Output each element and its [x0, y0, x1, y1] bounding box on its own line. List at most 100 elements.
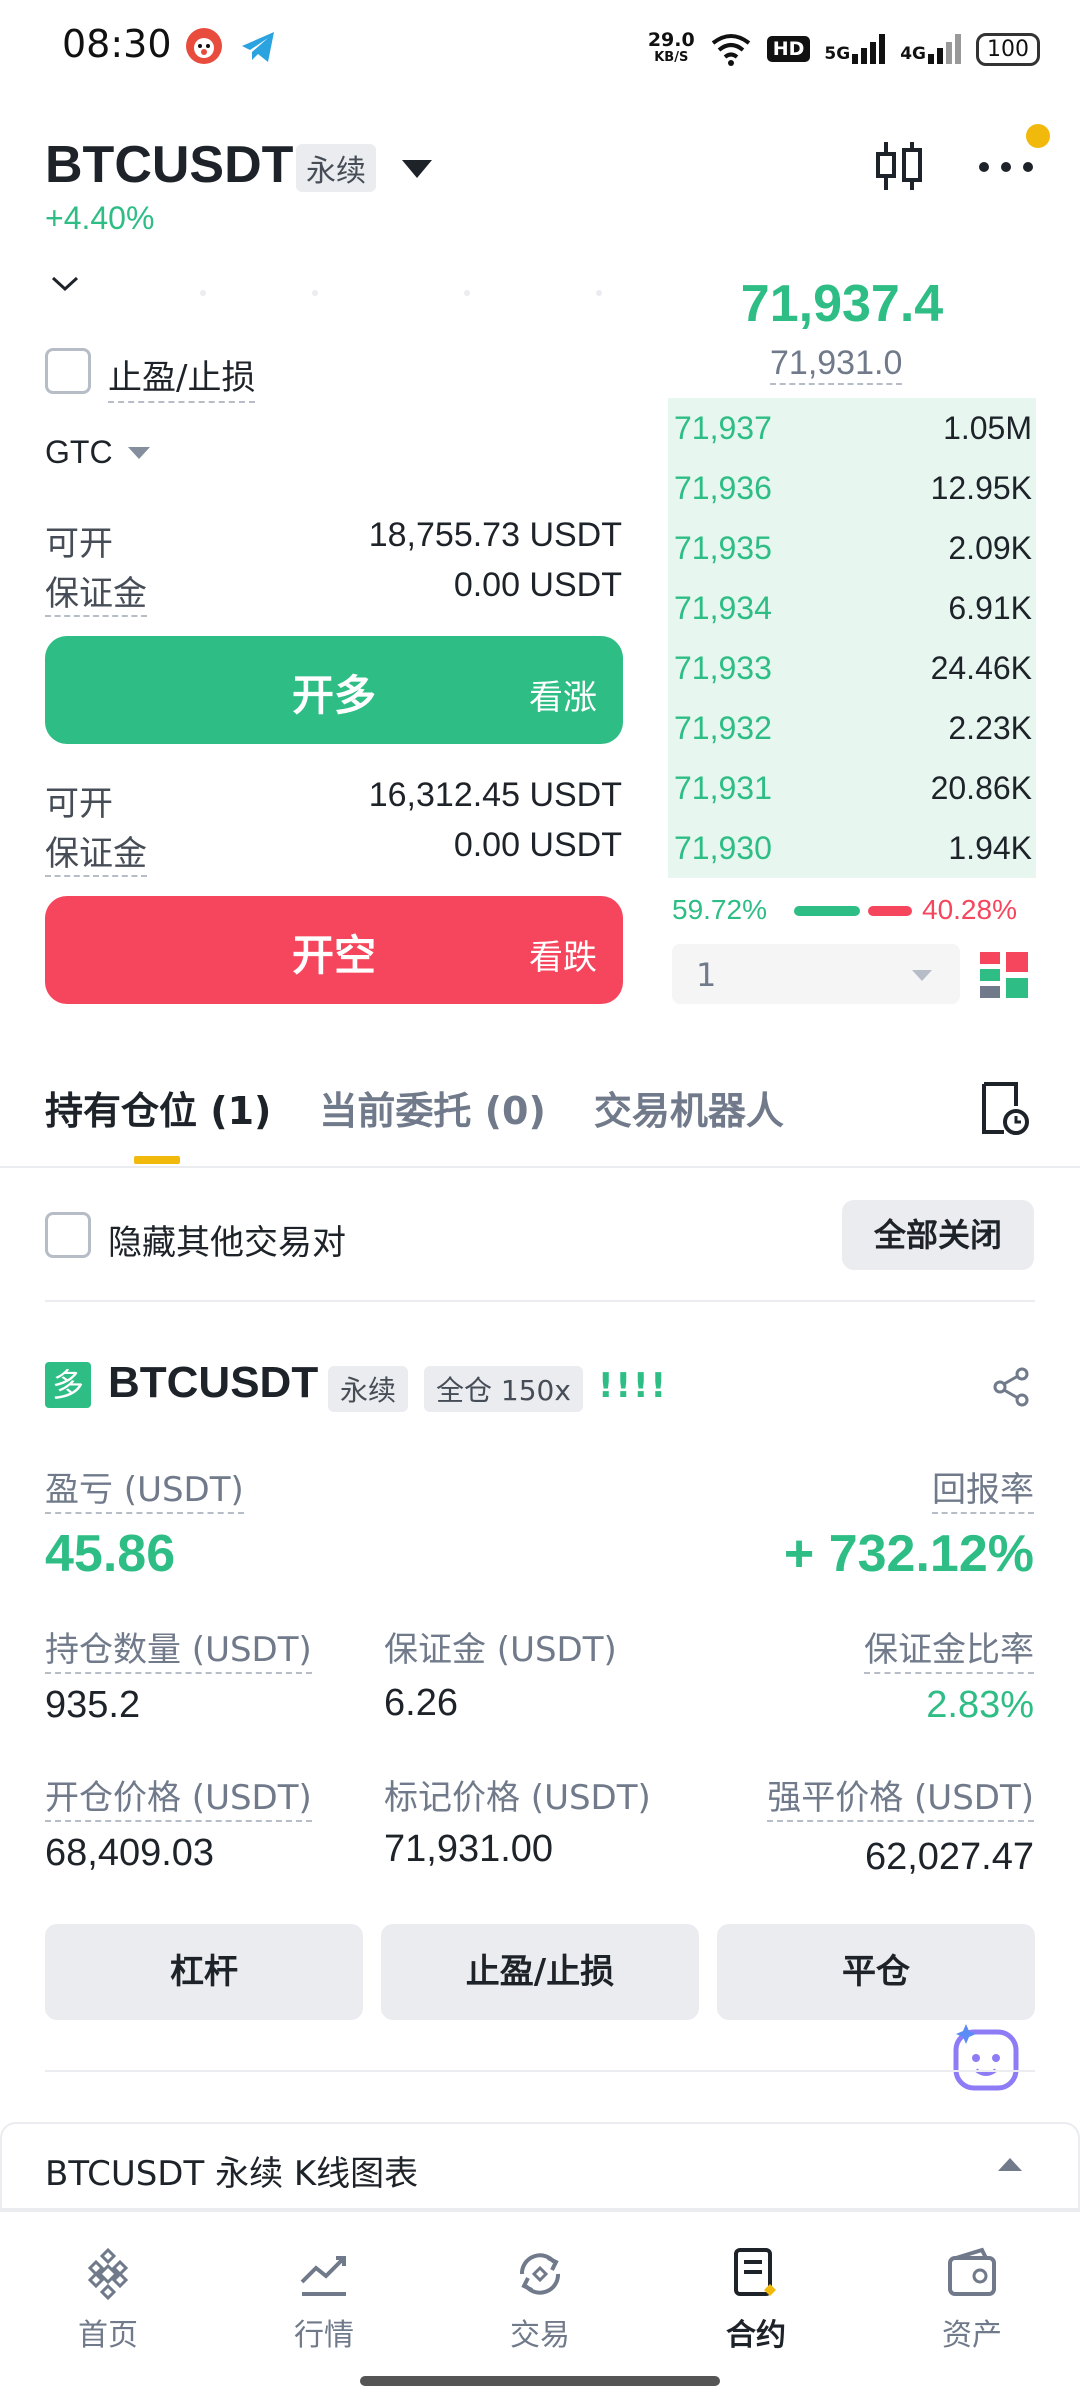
- order-book-bids: 71,937 1.05M 71,936 12.95K 71,935 2.09K 71,934…: [668, 398, 1036, 878]
- close-all-button[interactable]: 全部关闭: [842, 1200, 1034, 1270]
- long-margin-label: 保证金: [45, 566, 147, 617]
- short-margin-label: 保证金: [45, 826, 147, 877]
- tab-positions[interactable]: 持有仓位 (1): [45, 1080, 271, 1135]
- size-label[interactable]: 持仓数量 (USDT): [45, 1622, 312, 1674]
- sell-ratio: 40.28%: [922, 894, 1017, 925]
- chart-trend-icon: [300, 2256, 346, 2296]
- bid-price: 71,933: [674, 650, 772, 686]
- leverage-button[interactable]: 杠杆: [45, 1924, 363, 2020]
- symbol-title[interactable]: BTCUSDT: [45, 135, 293, 195]
- last-price[interactable]: 71,937.4: [672, 274, 1012, 334]
- liq-price-label[interactable]: 强平价格 (USDT): [767, 1770, 1034, 1822]
- bid-price: 71,932: [674, 710, 772, 746]
- bid-price: 71,935: [674, 530, 772, 566]
- order-book-row[interactable]: 71,933 24.46K: [668, 638, 1036, 698]
- sell-ratio-bar: [868, 906, 912, 916]
- size-value: 935.2: [45, 1684, 141, 1726]
- short-available-label: 可开: [45, 784, 113, 824]
- buy-ratio-bar: [794, 906, 860, 916]
- close-position-button[interactable]: 平仓: [717, 1924, 1035, 2020]
- risk-indicator: !!!!: [598, 1366, 669, 1406]
- hide-other-pairs-label[interactable]: 隐藏其他交易对: [108, 1215, 346, 1264]
- contract-type-tag: 永续: [296, 144, 376, 192]
- tab-open-orders[interactable]: 当前委托 (0): [319, 1080, 545, 1135]
- hd-badge: HD: [766, 36, 811, 62]
- nav-assets[interactable]: 资产: [902, 2244, 1042, 2354]
- order-book-row[interactable]: 71,930 1.94K: [668, 818, 1036, 878]
- long-side-badge: 多: [45, 1362, 91, 1408]
- bid-price: 71,930: [674, 830, 772, 866]
- nav-home[interactable]: 首页: [38, 2244, 178, 2354]
- order-book-row[interactable]: 71,936 12.95K: [668, 458, 1036, 518]
- signal-5g-icon: 5G: [824, 34, 886, 64]
- order-book-row[interactable]: 71,934 6.91K: [668, 578, 1036, 638]
- telegram-icon: [236, 24, 280, 68]
- order-book-row[interactable]: 71,932 2.23K: [668, 698, 1036, 758]
- order-book-row[interactable]: 71,931 20.86K: [668, 758, 1036, 818]
- chevron-up-icon[interactable]: [998, 2158, 1022, 2171]
- margin-ratio-value: 2.83%: [926, 1684, 1034, 1726]
- status-time: 08:30: [62, 22, 172, 66]
- mark-price-value: 71,931.00: [384, 1828, 554, 1870]
- position-symbol[interactable]: BTCUSDT: [108, 1358, 318, 1408]
- active-tab-indicator: [134, 1156, 180, 1164]
- mark-price-label: 标记价格 (USDT): [384, 1778, 651, 1818]
- tabs-divider: [0, 1166, 1080, 1168]
- nav-trade[interactable]: 交易: [470, 2244, 610, 2354]
- notification-dot: [1026, 124, 1050, 148]
- bid-quantity: 6.91K: [948, 590, 1032, 626]
- order-book-row[interactable]: 71,935 2.09K: [668, 518, 1036, 578]
- app-notification-icon: [182, 24, 226, 68]
- leverage-slider[interactable]: [195, 282, 615, 296]
- card-divider: [45, 2070, 1035, 2072]
- tpsl-label[interactable]: 止盈/止损: [108, 350, 256, 403]
- bid-price: 71,931: [674, 770, 772, 806]
- exchange-icon: [519, 2253, 561, 2295]
- more-options-icon[interactable]: [976, 155, 1036, 179]
- short-sub-label: 看跌: [529, 938, 597, 978]
- symbol-dropdown-icon[interactable]: [402, 160, 432, 178]
- tif-dropdown-icon[interactable]: [128, 447, 150, 459]
- orderbook-layout-icon[interactable]: [980, 952, 1028, 998]
- margin-ratio-label[interactable]: 保证金比率: [864, 1622, 1034, 1674]
- kline-chart-label[interactable]: BTCUSDT 永续 K线图表: [45, 2146, 418, 2195]
- order-history-icon[interactable]: [978, 1080, 1030, 1136]
- pnl-label[interactable]: 盈亏 (USDT): [45, 1462, 244, 1514]
- tpsl-checkbox[interactable]: [45, 348, 91, 394]
- net-speed: 29.0 KB/S: [647, 29, 695, 66]
- tab-bots[interactable]: 交易机器人: [594, 1080, 784, 1135]
- bid-price: 71,934: [674, 590, 772, 626]
- order-book-row[interactable]: 71,937 1.05M: [668, 398, 1036, 458]
- wifi-icon: [711, 34, 750, 66]
- open-short-button[interactable]: 开空 看跌: [45, 896, 623, 1004]
- share-icon[interactable]: [990, 1366, 1032, 1408]
- price-precision-select[interactable]: 1: [672, 944, 960, 1004]
- long-available-value: 18,755.73 USDT: [368, 516, 622, 554]
- candlestick-chart-icon[interactable]: [872, 138, 926, 194]
- hide-other-pairs-checkbox[interactable]: [45, 1212, 91, 1258]
- chevron-down-icon[interactable]: [50, 272, 80, 294]
- futures-doc-icon: [734, 2248, 776, 2296]
- open-long-button[interactable]: 开多 看涨: [45, 636, 623, 744]
- roe-value: + 732.12%: [783, 1525, 1034, 1583]
- bid-price: 71,936: [674, 470, 772, 506]
- entry-price-label[interactable]: 开仓价格 (USDT): [45, 1770, 312, 1822]
- tpsl-button[interactable]: 止盈/止损: [381, 1924, 699, 2020]
- long-margin-value: 0.00 USDT: [453, 566, 622, 604]
- price-change-percent: +4.40%: [45, 200, 155, 236]
- bid-quantity: 1.94K: [948, 830, 1032, 866]
- roe-label[interactable]: 回报率: [932, 1462, 1034, 1514]
- bid-quantity: 24.46K: [930, 650, 1032, 686]
- bid-quantity: 2.09K: [948, 530, 1032, 566]
- status-indicators: 29.0 KB/S HD 5G 4G 100: [648, 26, 1040, 72]
- pnl-value: 45.86: [45, 1525, 176, 1583]
- nav-futures[interactable]: 合约: [686, 2244, 826, 2354]
- position-margin-label: 保证金 (USDT): [384, 1630, 617, 1670]
- position-margin-value: 6.26: [384, 1682, 458, 1724]
- ai-assistant-icon[interactable]: [950, 2022, 1030, 2098]
- buy-ratio: 59.72%: [672, 894, 767, 925]
- margin-mode-tag[interactable]: 全仓 150x: [424, 1366, 583, 1412]
- long-available-label: 可开: [45, 524, 113, 564]
- time-in-force-select[interactable]: GTC: [45, 434, 113, 471]
- nav-markets[interactable]: 行情: [254, 2244, 394, 2354]
